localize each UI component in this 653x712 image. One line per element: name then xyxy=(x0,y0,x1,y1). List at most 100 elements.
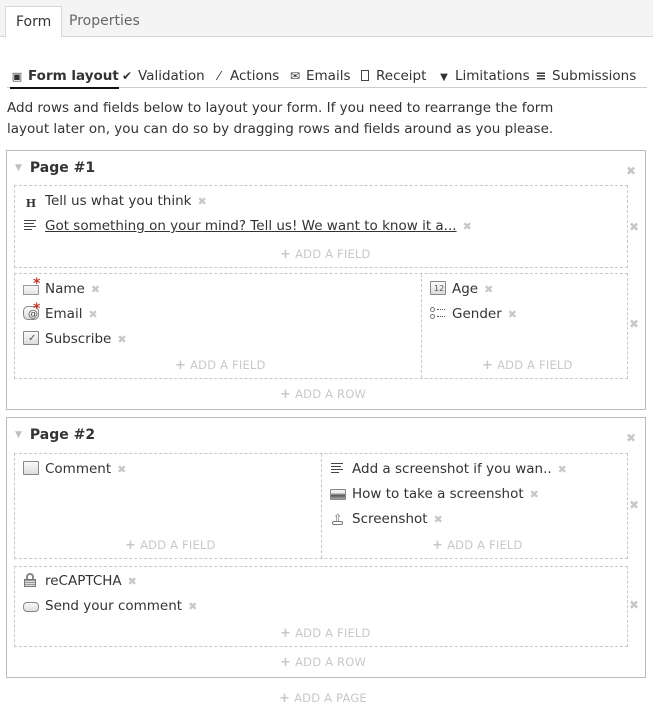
textarea-icon xyxy=(23,461,39,475)
field-name[interactable]: * Name ✖ xyxy=(23,276,100,299)
field-submit-button[interactable]: Send your comment ✖ xyxy=(23,596,197,616)
field-paragraph[interactable]: Got something on your mind? Tell us! We … xyxy=(23,216,472,236)
field-paragraph[interactable]: Add a screenshot if you wan.. ✖ xyxy=(330,459,567,479)
subtab-form-layout[interactable]: ▣ Form layout xyxy=(10,66,119,89)
field-label: Comment xyxy=(45,461,112,477)
page-title: Page #2 xyxy=(29,427,96,443)
required-icon: * xyxy=(33,276,41,292)
subtab-submissions[interactable]: ≡ Submissions xyxy=(534,66,637,88)
field-recaptcha[interactable]: reCAPTCHA ✖ xyxy=(23,571,137,591)
row[interactable]: Comment ✖ + ADD A FIELD Add a screenshot i… xyxy=(14,453,628,559)
filter-icon: ▼ xyxy=(440,72,448,83)
subtab-label: Submissions xyxy=(552,68,637,84)
remove-row-icon[interactable]: ✖ xyxy=(629,318,639,330)
field-heading[interactable]: H Tell us what you think ✖ xyxy=(23,191,207,211)
required-icon: * xyxy=(33,301,41,317)
remove-field-icon[interactable]: ✖ xyxy=(484,283,493,296)
checkbox-icon: ✓ xyxy=(23,331,39,345)
lock-icon xyxy=(23,573,39,587)
remove-field-icon[interactable]: ✖ xyxy=(91,283,100,296)
collapse-icon[interactable]: ▼ xyxy=(15,163,22,173)
field-upload[interactable]: ⇧ Screenshot ✖ xyxy=(330,509,443,529)
row[interactable]: * Name ✖ @ * Email ✖ ✓ Subscribe ✖ + ADD A FIELD… xyxy=(14,273,628,379)
add-field-button[interactable]: + ADD A FIELD xyxy=(482,358,573,373)
subtab-label: Validation xyxy=(138,68,205,84)
add-field-button[interactable]: + ADD A FIELD xyxy=(175,358,266,373)
subtab-actions[interactable]: ⁄ Actions xyxy=(212,66,279,88)
column: reCAPTCHA ✖ Send your comment ✖ + ADD A FIE… xyxy=(15,567,627,646)
remove-field-icon[interactable]: ✖ xyxy=(463,220,472,233)
row[interactable]: reCAPTCHA ✖ Send your comment ✖ + ADD A FIE… xyxy=(14,566,628,647)
field-gender[interactable]: Gender ✖ xyxy=(430,304,517,324)
remove-field-icon[interactable]: ✖ xyxy=(188,600,197,613)
subtab-validation[interactable]: ✔ Validation xyxy=(120,66,205,88)
remove-field-icon[interactable]: ✖ xyxy=(434,513,443,526)
field-label: How to take a screenshot xyxy=(352,486,524,502)
row[interactable]: H Tell us what you think ✖ Got something o… xyxy=(14,185,628,268)
add-field-button[interactable]: + ADD A FIELD xyxy=(125,538,216,553)
field-label: Tell us what you think xyxy=(45,193,192,209)
remove-field-icon[interactable]: ✖ xyxy=(558,463,567,476)
remove-row-icon[interactable]: ✖ xyxy=(629,499,639,511)
column: H Tell us what you think ✖ Got something o… xyxy=(15,186,627,267)
remove-field-icon[interactable]: ✖ xyxy=(88,308,97,321)
field-age[interactable]: 12 Age ✖ xyxy=(430,279,493,299)
add-field-button[interactable]: + ADD A FIELD xyxy=(280,247,371,262)
remove-field-icon[interactable]: ✖ xyxy=(197,195,206,208)
file-icon xyxy=(358,67,372,87)
field-label: Subscribe xyxy=(45,331,112,347)
column: 12 Age ✖ Gender ✖ + ADD A FIELD xyxy=(421,274,627,378)
subtab-emails[interactable]: ✉ Emails xyxy=(288,66,351,88)
field-label: Email xyxy=(45,306,83,322)
page-title: Page #1 xyxy=(29,160,96,176)
field-label[interactable]: Got something on your mind? Tell us! We … xyxy=(45,218,457,234)
field-label: Gender xyxy=(452,306,502,322)
page-2[interactable]: ▼ Page #2 ✖ Comment ✖ + ADD A FIELD Add a s… xyxy=(6,417,646,678)
add-page-button[interactable]: + ADD A PAGE xyxy=(279,691,367,706)
field-label: Screenshot xyxy=(352,511,428,527)
remove-row-icon[interactable]: ✖ xyxy=(629,221,639,233)
remove-page-icon[interactable]: ✖ xyxy=(626,432,636,444)
upload-icon: ⇧ xyxy=(332,512,343,525)
subtab-label: Limitations xyxy=(455,68,530,84)
remove-row-icon[interactable]: ✖ xyxy=(629,599,639,611)
form-subtabs: ▣ Form layout ✔ Validation ⁄ Actions ✉ Email… xyxy=(7,66,647,89)
page-1-header[interactable]: ▼ Page #1 xyxy=(15,160,95,176)
page-1[interactable]: ▼ Page #1 ✖ H Tell us what you think ✖ Got … xyxy=(6,150,646,410)
heading-icon: H xyxy=(25,197,37,210)
column: Comment ✖ + ADD A FIELD xyxy=(15,454,321,558)
button-icon xyxy=(23,602,39,612)
field-comment[interactable]: Comment ✖ xyxy=(23,459,126,479)
subtab-label: Emails xyxy=(306,68,351,84)
subtab-receipt[interactable]: Receipt xyxy=(358,66,426,88)
top-tab-bar: Form Properties xyxy=(0,0,653,38)
add-field-button[interactable]: + ADD A FIELD xyxy=(432,538,523,553)
number-input-icon: 12 xyxy=(430,281,446,295)
tab-properties[interactable]: Properties xyxy=(59,6,150,38)
subtab-limitations[interactable]: ▼ Limitations xyxy=(437,66,530,88)
tab-form[interactable]: Form xyxy=(5,6,63,38)
magic-wand-icon: ⁄ xyxy=(217,69,220,83)
remove-page-icon[interactable]: ✖ xyxy=(626,165,636,177)
remove-field-icon[interactable]: ✖ xyxy=(117,333,126,346)
add-field-button[interactable]: + ADD A FIELD xyxy=(280,626,371,641)
add-row-button[interactable]: + ADD A ROW xyxy=(280,655,366,670)
remove-field-icon[interactable]: ✖ xyxy=(508,308,517,321)
collapse-icon[interactable]: ▼ xyxy=(15,430,22,440)
add-row-button[interactable]: + ADD A ROW xyxy=(280,387,366,402)
subtab-label: Form layout xyxy=(28,68,119,84)
field-label: Add a screenshot if you wan.. xyxy=(352,461,552,477)
paragraph-icon xyxy=(330,461,346,475)
field-label: Name xyxy=(45,281,85,297)
radio-list-icon xyxy=(430,306,446,320)
field-subscribe[interactable]: ✓ Subscribe ✖ xyxy=(23,329,127,349)
remove-field-icon[interactable]: ✖ xyxy=(530,488,539,501)
field-image[interactable]: How to take a screenshot ✖ xyxy=(330,484,539,504)
field-label: Age xyxy=(452,281,479,297)
list-icon: ≡ xyxy=(535,69,547,84)
field-email[interactable]: @ * Email ✖ xyxy=(23,301,98,324)
remove-field-icon[interactable]: ✖ xyxy=(128,575,137,588)
remove-field-icon[interactable]: ✖ xyxy=(117,463,126,476)
image-icon xyxy=(330,489,346,500)
page-2-header[interactable]: ▼ Page #2 xyxy=(15,427,95,443)
